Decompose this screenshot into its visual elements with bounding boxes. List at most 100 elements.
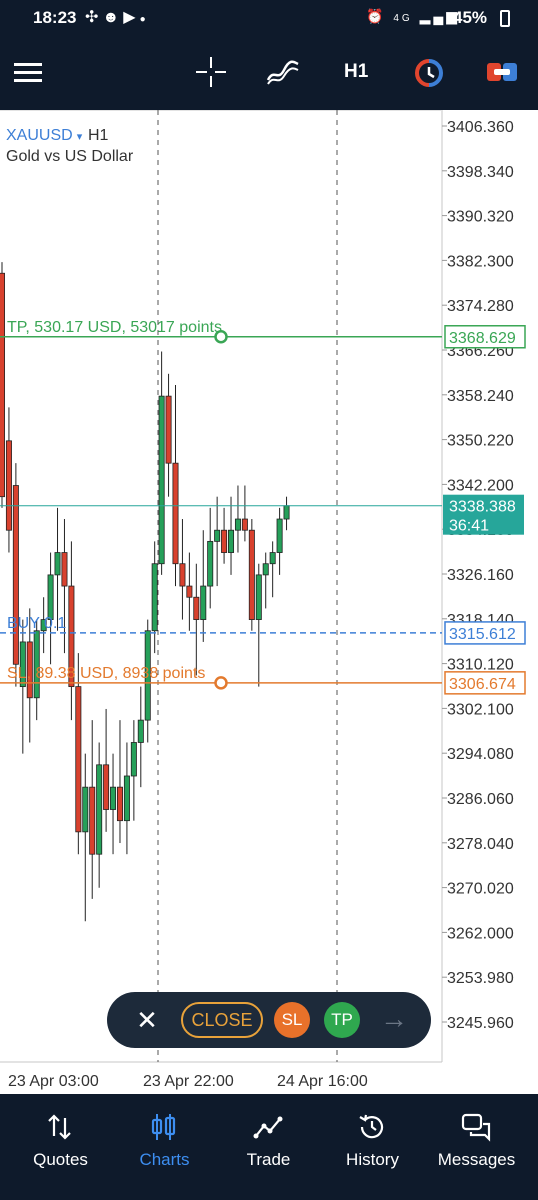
bullish-candle: [137, 719, 144, 743]
sl-label: SL, 89.38 USD, 8938 points: [7, 665, 205, 682]
bearish-candle: [186, 585, 193, 598]
bullish-candle: [96, 764, 103, 855]
bearish-candle: [165, 395, 172, 464]
price-tick-label: 3326.160: [447, 567, 514, 584]
price-tick-label: 3398.340: [447, 164, 514, 181]
system-gesture-bar: [0, 1180, 538, 1200]
chart-toolbar: H1: [0, 36, 538, 110]
symbol-caret-icon: ▾: [77, 131, 83, 143]
hamburger-icon[interactable]: [14, 62, 42, 84]
bearish-candle: [5, 440, 12, 531]
bearish-candle: [116, 786, 123, 822]
close-position-button[interactable]: CLOSE: [181, 1002, 263, 1038]
nav-label: Trade: [246, 1150, 291, 1169]
bullish-candle: [47, 574, 54, 620]
price-tick-label: 3374.280: [447, 298, 514, 315]
buy-price: 3315.612: [449, 626, 516, 643]
bullish-candle: [110, 786, 117, 810]
status-time: 18:23: [33, 8, 77, 27]
price-axis: 3406.360 3398.340 3390.320 3382.300 3374.280…: [442, 119, 514, 1032]
snapchat-icon: ☻: [102, 9, 124, 26]
trade-icon: [253, 1116, 283, 1139]
price-tick-label: 3358.240: [447, 388, 514, 405]
set-sl-button[interactable]: SL: [274, 1002, 310, 1038]
close-icon[interactable]: ✕: [135, 1004, 159, 1036]
bullish-candle: [234, 518, 241, 531]
new-order-icon[interactable]: [486, 60, 518, 84]
symbol-description: Gold vs US Dollar: [6, 148, 134, 165]
history-icon: [359, 1114, 384, 1139]
bearish-candle: [89, 786, 96, 855]
candles-group: [0, 262, 290, 922]
bullish-candle: [151, 563, 158, 632]
crosshair-icon[interactable]: [196, 57, 226, 87]
nav-label: Messages: [437, 1150, 516, 1169]
bearish-candle: [193, 596, 200, 620]
time-axis: 23 Apr 03:00 23 Apr 22:00 24 Apr 16:00: [8, 1073, 368, 1090]
price-tick-label: 3253.980: [447, 970, 514, 987]
bullish-candle: [262, 563, 269, 576]
price-tick-label: 3342.200: [447, 477, 514, 494]
bullish-candle: [158, 395, 165, 565]
position-trade-panel: ✕ CLOSE SL TP →: [107, 992, 431, 1048]
price-tick-label: 3245.960: [447, 1015, 514, 1032]
youtube-icon: ▶: [123, 9, 140, 26]
price-tick-label: 3262.000: [447, 925, 514, 942]
set-tp-button[interactable]: TP: [324, 1002, 360, 1038]
bullish-candle: [255, 574, 262, 620]
nav-trade[interactable]: Trade: [215, 1094, 322, 1180]
nav-messages[interactable]: Messages: [423, 1094, 530, 1180]
notification-icons: ✣☻▶●: [85, 7, 150, 27]
battery-percent: 45%: [453, 8, 488, 27]
sl-drag-handle[interactable]: [214, 676, 228, 690]
price-tick-label: 3278.040: [447, 836, 514, 853]
system-icons: ⏰ 4G ▂▄▆: [366, 8, 460, 25]
time-tick-label: 23 Apr 03:00: [8, 1073, 99, 1090]
status-bar: 18:23 ✣☻▶● ⏰ 4G ▂▄▆ 45%: [0, 0, 538, 36]
bullish-candle: [228, 529, 235, 553]
timeframe-button[interactable]: H1: [344, 61, 368, 83]
bullish-candle: [54, 552, 61, 576]
price-tick-label: 3382.300: [447, 253, 514, 270]
nav-label: Quotes: [33, 1150, 88, 1169]
price-tick-label: 3406.360: [447, 119, 514, 136]
bullish-candle: [123, 775, 130, 822]
price-tick-label: 3302.100: [447, 701, 514, 718]
bearish-candle: [172, 462, 179, 565]
tp-drag-handle[interactable]: [214, 330, 228, 344]
chart-area[interactable]: 3406.360 3398.340 3390.320 3382.300 3374.280…: [0, 110, 538, 1094]
one-click-trading-icon[interactable]: [413, 58, 445, 88]
price-tick-label: 3294.080: [447, 746, 514, 763]
current-price-group: 3338.388 36:41: [0, 494, 524, 535]
bar-countdown: 36:41: [449, 518, 489, 535]
bullish-candle: [214, 529, 221, 542]
price-tick-label: 3350.220: [447, 433, 514, 450]
bearish-candle: [12, 485, 19, 665]
time-tick-label: 24 Apr 16:00: [277, 1073, 368, 1090]
bullish-candle: [269, 552, 276, 565]
bullish-candle: [200, 585, 207, 620]
tp-line-group[interactable]: TP, 530.17 USD, 53017 points 3368.629: [0, 319, 526, 349]
price-tick-label: 3390.320: [447, 209, 514, 226]
bearish-candle: [0, 272, 5, 498]
pinwheel-icon: ✣: [85, 9, 103, 26]
nav-charts[interactable]: Charts: [111, 1094, 218, 1180]
indicators-icon[interactable]: [266, 58, 300, 86]
quotes-icon: [48, 1114, 71, 1140]
buy-label: BUY 0.1: [7, 615, 66, 632]
network-type: 4G: [393, 13, 413, 24]
bearish-candle: [248, 529, 255, 620]
tp-label: TP, 530.17 USD, 53017 points: [7, 319, 222, 336]
time-tick-label: 23 Apr 22:00: [143, 1073, 234, 1090]
charts-icon: [151, 1114, 176, 1140]
price-chart[interactable]: 3406.360 3398.340 3390.320 3382.300 3374.280…: [0, 110, 538, 1094]
nav-label: Charts: [139, 1150, 190, 1169]
arrow-right-icon[interactable]: →: [377, 1004, 411, 1036]
symbol-text: XAUUSD: [6, 127, 73, 144]
nav-history[interactable]: History: [319, 1094, 426, 1180]
nav-quotes[interactable]: Quotes: [7, 1094, 114, 1180]
bearish-candle: [61, 552, 68, 587]
bearish-candle: [179, 563, 186, 587]
bullish-candle: [207, 540, 214, 587]
symbol-name[interactable]: XAUUSD ▾: [6, 127, 83, 144]
